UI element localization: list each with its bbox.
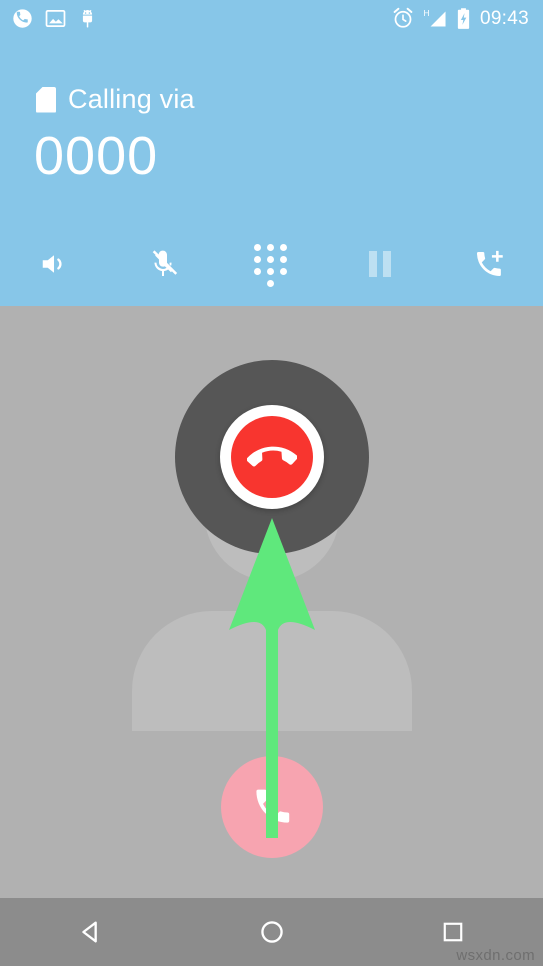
phone-screen: Calling via 0000 H 09:43 wsxdn.com bbox=[0, 0, 543, 966]
hold-button[interactable] bbox=[326, 236, 435, 292]
end-call-red-circle bbox=[230, 416, 313, 498]
add-call-button[interactable] bbox=[434, 236, 543, 292]
phone-number-display: 0000 bbox=[34, 126, 159, 186]
screenshot-image-icon bbox=[45, 9, 66, 27]
mic-off-icon bbox=[152, 250, 178, 276]
calling-via-row: Calling via bbox=[36, 86, 195, 113]
dialpad-icon bbox=[254, 244, 288, 287]
status-bar-right-icons: H 09:43 bbox=[392, 7, 529, 30]
call-header-panel: Calling via 0000 bbox=[0, 0, 543, 306]
calling-via-label: Calling via bbox=[68, 84, 195, 114]
pause-icon bbox=[369, 251, 392, 277]
alarm-clock-icon bbox=[393, 7, 413, 28]
speaker-icon bbox=[43, 255, 62, 273]
answer-call-button[interactable] bbox=[220, 756, 323, 858]
battery-charging-icon bbox=[457, 7, 470, 29]
avatar-shoulders-shape bbox=[131, 611, 412, 731]
mute-button[interactable] bbox=[109, 236, 218, 292]
speaker-button[interactable] bbox=[0, 236, 109, 292]
status-bar-left-icons bbox=[12, 8, 97, 29]
recents-square-icon bbox=[443, 922, 462, 942]
home-circle-icon bbox=[260, 921, 283, 943]
status-bar: H 09:43 bbox=[0, 0, 543, 36]
usb-debugging-android-icon bbox=[82, 9, 93, 28]
nav-home-button[interactable] bbox=[181, 898, 362, 966]
call-in-progress-icon bbox=[13, 8, 32, 28]
call-body-panel bbox=[0, 306, 543, 898]
phone-handset-icon bbox=[255, 789, 289, 823]
hang-up-phone-icon bbox=[246, 446, 297, 467]
svg-text:H: H bbox=[423, 8, 429, 18]
end-call-button[interactable] bbox=[174, 360, 369, 554]
add-call-icon bbox=[476, 250, 503, 276]
sim-card-icon bbox=[36, 86, 56, 113]
status-bar-clock: 09:43 bbox=[479, 7, 529, 29]
nav-back-button[interactable] bbox=[0, 898, 181, 966]
signal-h-icon: H bbox=[423, 8, 446, 26]
site-watermark: wsxdn.com bbox=[456, 947, 535, 964]
end-call-ring bbox=[219, 405, 324, 509]
call-controls-row bbox=[0, 236, 543, 292]
keypad-button[interactable] bbox=[217, 236, 326, 292]
back-triangle-icon bbox=[81, 921, 97, 943]
